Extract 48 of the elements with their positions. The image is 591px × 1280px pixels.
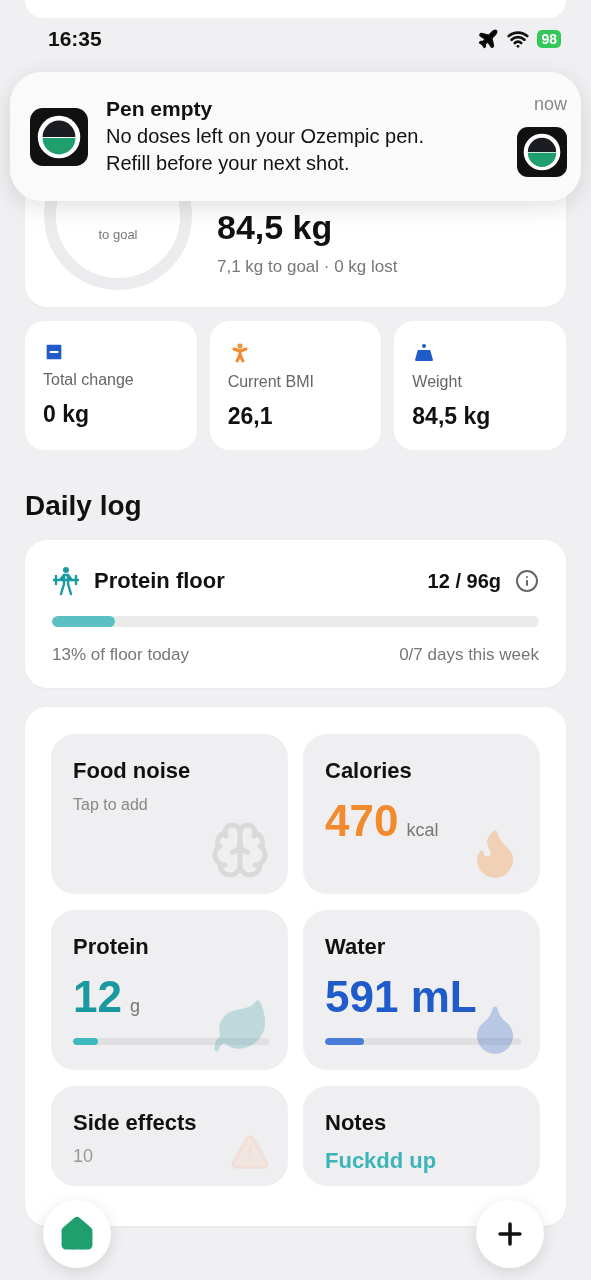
weightlifter-icon xyxy=(52,566,80,596)
log-tile[interactable]: Protein 12 g xyxy=(51,910,288,1070)
tile-title: Side effects xyxy=(73,1110,198,1136)
log-tile[interactable]: Side effects 10 xyxy=(51,1086,288,1186)
tile-title: Food noise xyxy=(73,758,192,784)
tile-unit: kcal xyxy=(406,820,439,841)
stat-label: Current BMI xyxy=(227,373,315,391)
tile-unit: g xyxy=(129,996,140,1017)
tile-value: 470 xyxy=(325,796,399,846)
tile-title: Protein xyxy=(73,934,150,960)
stat-label: Weight xyxy=(412,373,463,391)
warning-icon xyxy=(230,1132,270,1172)
log-tile[interactable]: Water 591 mL xyxy=(303,910,540,1070)
tile-value: 12 xyxy=(73,972,122,1022)
protein-amount: 12 / 96g xyxy=(427,569,501,593)
app-icon xyxy=(30,107,88,166)
log-tile[interactable]: Food noise Tap to add xyxy=(51,734,288,894)
ring-label: to goal xyxy=(97,227,139,242)
log-tile[interactable]: Notes Fuckdd up xyxy=(303,1086,540,1186)
tile-value: 591 mL xyxy=(325,972,477,1022)
tile-hint: Tap to add xyxy=(73,796,149,814)
tile-value: 10 xyxy=(73,1146,95,1167)
week-count: 0/7 days this week xyxy=(399,645,539,665)
stat-label: Total change xyxy=(43,371,135,389)
stat-value: 26,1 xyxy=(227,403,274,430)
tile-title: Notes xyxy=(325,1110,388,1136)
goal-summary: 7,1 kg to goal · 0 kg lost xyxy=(217,257,398,277)
minus-square-icon xyxy=(43,341,65,363)
stat-value: 84,5 kg xyxy=(412,403,492,430)
wifi-icon xyxy=(507,28,530,50)
notification-title: Pen empty xyxy=(106,96,214,121)
tile-value: Fuckdd up xyxy=(325,1148,437,1174)
status-time: 16:35 xyxy=(48,27,102,51)
card-title: Protein floor xyxy=(94,568,226,594)
app-icon xyxy=(517,127,567,177)
notification-message: No doses left on your Ozempic pen. Refill before your next shot. xyxy=(106,123,425,176)
notification-banner[interactable]: Pen empty No doses left on your Ozempic pen. Refill before your next shot. now xyxy=(10,72,581,201)
airplane-icon xyxy=(477,28,500,50)
section-title: Daily log xyxy=(25,490,143,522)
info-icon[interactable] xyxy=(515,569,539,593)
tile-title: Water xyxy=(325,934,387,960)
notification-time: now xyxy=(533,94,567,115)
tile-title: Calories xyxy=(325,758,413,784)
log-tile[interactable]: Calories 470 kcal xyxy=(303,734,540,894)
current-weight: 84,5 kg xyxy=(217,208,334,247)
battery-level: 98 xyxy=(537,30,561,48)
floor-percent: 13% of floor today xyxy=(52,645,190,665)
stat-value: 0 kg xyxy=(43,401,91,428)
